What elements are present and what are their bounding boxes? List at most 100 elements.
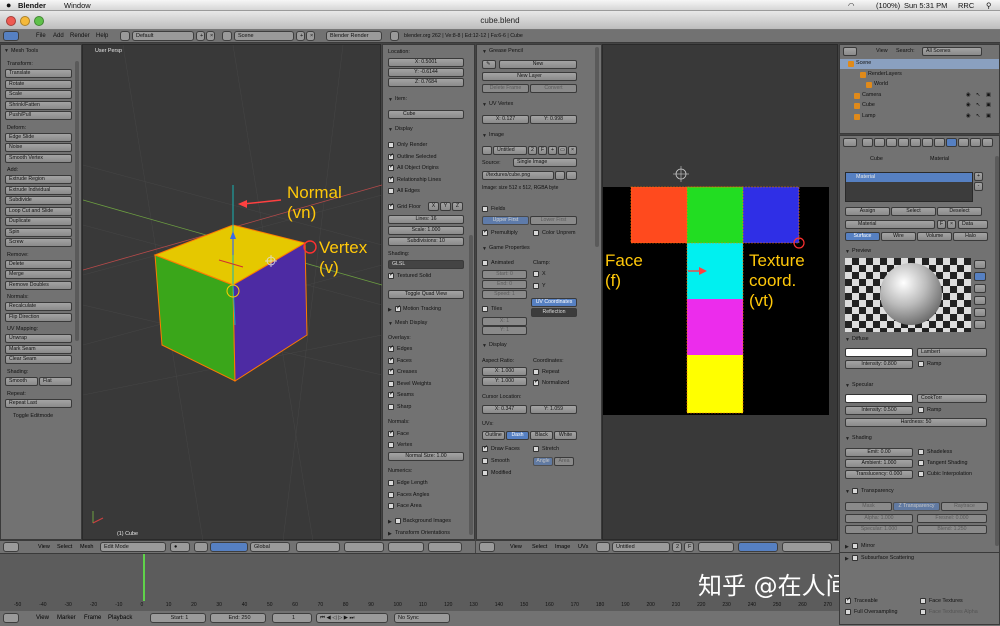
- lower-first-button[interactable]: Lower First: [530, 216, 577, 225]
- bg-images-expand-icon[interactable]: ▶: [388, 519, 392, 525]
- slot-add-button[interactable]: +: [974, 172, 983, 181]
- specular-intensity-field[interactable]: Intensity: 0.500: [845, 406, 913, 415]
- image-name-field[interactable]: Untitled: [612, 542, 670, 552]
- toggle-quad-view-button[interactable]: Toggle Quad View: [388, 290, 464, 299]
- specular-ramp-checkbox[interactable]: [918, 407, 924, 413]
- image-unlink-button[interactable]: ×: [568, 146, 577, 155]
- uv-vertex-y-field[interactable]: Y: 0.998: [530, 115, 577, 124]
- tab-modifiers-icon[interactable]: [922, 138, 933, 147]
- render-camera-icon[interactable]: ▣: [986, 113, 991, 120]
- minimize-window-button[interactable]: [20, 16, 30, 26]
- face-textures-alpha-checkbox[interactable]: [920, 609, 926, 615]
- tool-clear-seam[interactable]: Clear Seam: [5, 355, 72, 364]
- mirror-expand-icon[interactable]: ▶: [845, 544, 849, 550]
- image-new-button[interactable]: +: [548, 146, 557, 155]
- blend-field[interactable]: Blend: 1.250: [917, 525, 987, 534]
- upper-first-button[interactable]: Upper First: [482, 216, 529, 225]
- tool-rotate[interactable]: Rotate: [5, 79, 72, 89]
- tiles-y-field[interactable]: Y: 1: [482, 326, 527, 335]
- start-frame-field[interactable]: Start: 1: [150, 613, 206, 623]
- material-deselect-button[interactable]: Deselect: [937, 207, 982, 216]
- tool-noise[interactable]: Noise: [5, 143, 72, 152]
- transparency-mask-button[interactable]: Mask: [845, 502, 892, 511]
- vp-menu-view[interactable]: View: [38, 541, 50, 553]
- tab-object-icon[interactable]: [898, 138, 909, 147]
- shadeless-checkbox[interactable]: [918, 449, 924, 455]
- tab-particles-icon[interactable]: [970, 138, 981, 147]
- shading-mode-select[interactable]: GLSL: [388, 260, 464, 269]
- pencil-icon[interactable]: ✎: [482, 60, 496, 69]
- tool-subdivide[interactable]: Subdivide: [5, 196, 72, 205]
- item-expand-icon[interactable]: ▼: [388, 97, 393, 103]
- tool-repeat-last[interactable]: Repeat Last: [5, 398, 72, 408]
- tab-constraints-icon[interactable]: [910, 138, 921, 147]
- specular-shader-select[interactable]: CookTorr: [917, 394, 987, 403]
- tool-flip-direction[interactable]: Flip Direction: [5, 312, 72, 322]
- tool-spin[interactable]: Spin: [5, 227, 72, 237]
- app-menu[interactable]: Blender: [18, 0, 46, 11]
- select-arrow-icon[interactable]: ↖: [976, 113, 981, 120]
- current-frame-line[interactable]: [143, 554, 145, 601]
- tool-duplicate[interactable]: Duplicate: [5, 217, 72, 226]
- tool-smooth-vertex[interactable]: Smooth Vertex: [5, 153, 72, 163]
- material-assign-button[interactable]: Assign: [845, 207, 890, 216]
- toggle-editmode[interactable]: Toggle Editmode: [13, 413, 53, 420]
- rel-checkbox[interactable]: [388, 175, 394, 183]
- material-link-select[interactable]: Data: [958, 220, 988, 229]
- grease-expand-icon[interactable]: ▼: [482, 49, 487, 55]
- diffuse-color-field[interactable]: [845, 348, 913, 357]
- emit-field[interactable]: Emit: 0.00: [845, 448, 913, 457]
- material-type-halo[interactable]: Halo: [953, 232, 988, 241]
- outliner-item-cube[interactable]: Cube: [862, 102, 875, 109]
- aspect-y-field[interactable]: Y: 1.000: [482, 377, 527, 386]
- material-type-volume[interactable]: Volume: [917, 232, 952, 241]
- tiles-x-field[interactable]: X: 1: [482, 317, 527, 326]
- motion-tracking-checkbox[interactable]: [395, 304, 401, 312]
- grid-axis-gx[interactable]: X: [428, 202, 439, 211]
- uvprops-scrollbar[interactable]: [595, 47, 599, 247]
- preview-shape-4-button[interactable]: [974, 308, 986, 317]
- full-oversampling-checkbox[interactable]: [845, 609, 851, 615]
- tool-edge-slide[interactable]: Edge Slide: [5, 132, 72, 142]
- sss-checkbox[interactable]: [852, 555, 858, 561]
- outliner-item-scene[interactable]: Scene: [856, 60, 871, 67]
- editor-type-outliner[interactable]: [843, 47, 857, 56]
- slot-remove-button[interactable]: -: [974, 182, 983, 191]
- specular-t-field[interactable]: Specular: 1.000: [845, 525, 913, 534]
- scene-select[interactable]: Scene: [234, 31, 294, 41]
- outliner-item-lamp[interactable]: Lamp: [862, 113, 876, 120]
- uv-draw-dash-button[interactable]: Dash: [506, 431, 529, 440]
- image-path-field[interactable]: //textures/cube.png: [482, 171, 554, 180]
- uv-vertex-expand-icon[interactable]: ▼: [482, 102, 487, 108]
- scene-add-button[interactable]: +: [296, 31, 305, 41]
- overlay-bevel-weights-checkbox[interactable]: [388, 380, 394, 387]
- vp-menu-mesh[interactable]: Mesh: [80, 541, 93, 553]
- editor-type-3d[interactable]: [3, 542, 19, 552]
- tl-menu-view[interactable]: View: [36, 612, 49, 624]
- material-fake-user[interactable]: F: [937, 220, 946, 229]
- numeric-face-area-checkbox[interactable]: [388, 503, 394, 509]
- uv-menu-view[interactable]: View: [510, 541, 522, 553]
- uv-menu-select[interactable]: Select: [532, 541, 547, 553]
- face-normals-checkbox[interactable]: [388, 429, 394, 437]
- ambient-field[interactable]: Ambient: 1.000: [845, 459, 913, 468]
- cursor-x-field[interactable]: X: 0.347: [482, 405, 527, 414]
- game-expand-icon[interactable]: ▼: [482, 246, 487, 252]
- grid-lines-field[interactable]: Lines: 16: [388, 215, 464, 224]
- transform-orient-expand-icon[interactable]: ▶: [388, 531, 392, 537]
- transparency-checkbox[interactable]: [852, 488, 858, 494]
- editor-type-properties[interactable]: [843, 138, 857, 147]
- layout-select[interactable]: Default: [132, 31, 194, 41]
- uv-coordinates-button[interactable]: UV Coordinates: [531, 298, 577, 307]
- numeric-faces-angles-checkbox[interactable]: [388, 491, 394, 498]
- outliner-item-camera[interactable]: Camera: [862, 92, 881, 99]
- tab-material-icon[interactable]: [946, 138, 957, 147]
- visibility-eye-icon[interactable]: ◉: [966, 113, 971, 120]
- normalized-checkbox[interactable]: [533, 378, 539, 386]
- cubic-checkbox[interactable]: [918, 471, 924, 477]
- image-browse-button[interactable]: [482, 146, 492, 155]
- overlay-edges-checkbox[interactable]: [388, 344, 394, 352]
- editor-type-uv[interactable]: [479, 542, 495, 552]
- uv-image-editor[interactable]: Face (f) Texture coord. (vt): [602, 44, 838, 540]
- anim-end-field[interactable]: End: 0: [482, 280, 527, 289]
